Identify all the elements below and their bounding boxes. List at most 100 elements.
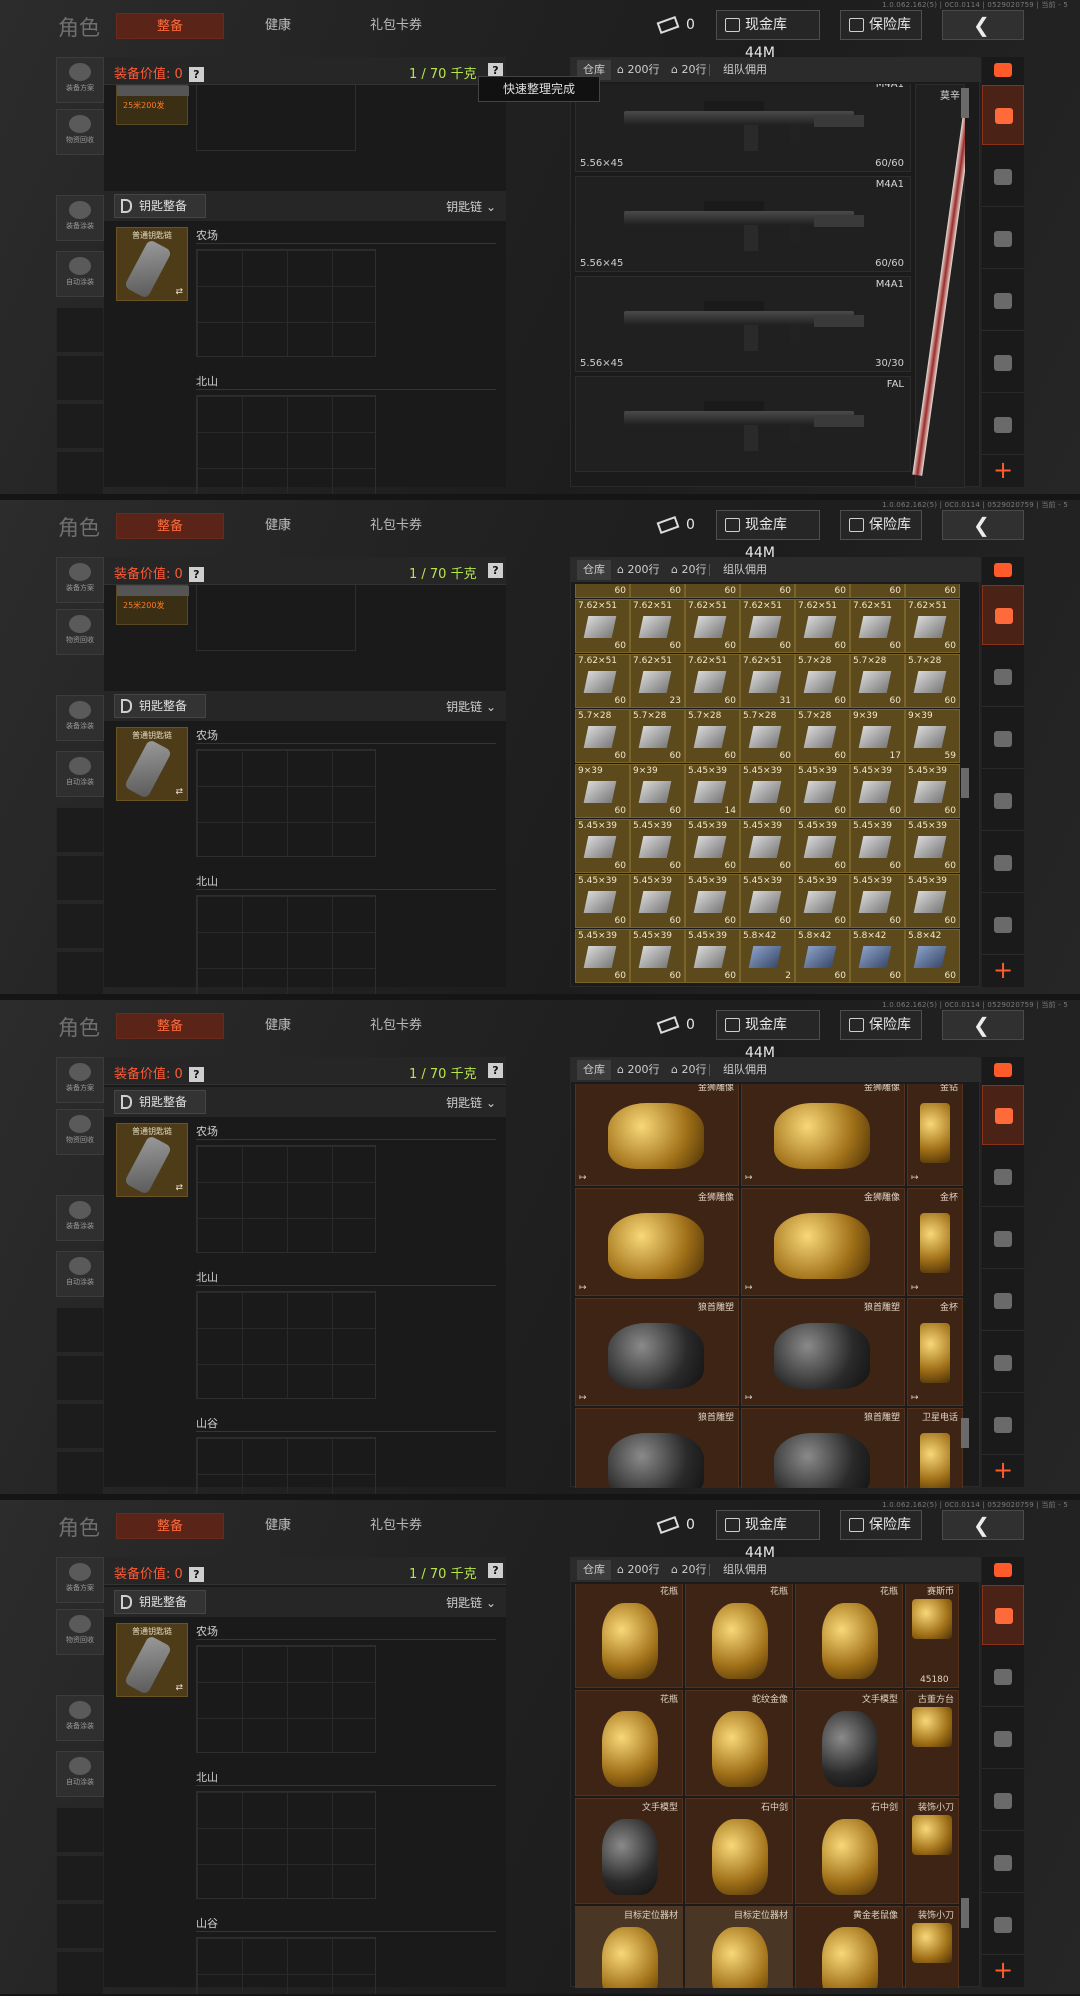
ammo-cell[interactable]: 5.7×28 60 [850, 654, 905, 708]
ammo-cell[interactable]: 5.45×39 60 [630, 929, 685, 983]
valuable-cell[interactable]: 装饰小刀 [905, 1906, 959, 1988]
ammo-cell[interactable]: 7.62×51 60 [850, 599, 905, 653]
row-200-tab[interactable]: ⌂ 200行 [611, 560, 665, 580]
key-card[interactable]: 普通钥匙链 ⇄ [116, 727, 188, 801]
scrollbar[interactable] [961, 1898, 969, 1928]
valuable-cell[interactable]: 目标定位器材 [575, 1906, 683, 1988]
category-tab-2[interactable] [982, 1209, 1024, 1269]
stash-tab[interactable]: 仓库 [577, 1060, 611, 1080]
ammo-cell[interactable]: 5.8×42 60 [905, 929, 960, 983]
category-tab-1[interactable] [982, 647, 1024, 707]
row-20-tab[interactable]: ⌂ 20行 [665, 1560, 712, 1580]
add-icon[interactable]: + [982, 1453, 1024, 1487]
category-tab-5[interactable] [982, 895, 1024, 955]
ammo-cell[interactable]: 5.8×42 60 [850, 929, 905, 983]
add-icon[interactable]: + [982, 453, 1024, 487]
left-button-3[interactable]: 自动涂装 [56, 251, 104, 297]
valuable-cell[interactable]: 蛇纹金像 [685, 1690, 793, 1796]
ammo-cell[interactable]: 5.7×28 60 [575, 709, 630, 763]
ammo-cell[interactable]: 5.45×39 60 [795, 764, 850, 818]
team-tab[interactable]: 组队佣用 [717, 60, 773, 80]
category-tab-0[interactable] [982, 1085, 1024, 1145]
valuable-cell[interactable]: 石中剑 [685, 1798, 793, 1904]
key-equip-button[interactable]: 钥匙整备 [114, 694, 206, 718]
ammo-cell[interactable]: 60 [685, 584, 740, 598]
help-icon[interactable]: ? [188, 1567, 204, 1582]
ammo-cell[interactable]: 5.45×39 60 [905, 819, 960, 873]
left-button-0[interactable]: 装备方案 [56, 1057, 104, 1103]
stash-tab[interactable]: 仓库 [577, 560, 611, 580]
valuable-cell[interactable]: 赛斯币 45180 [905, 1584, 959, 1688]
stack-icon[interactable] [994, 1063, 1012, 1077]
ticket-counter[interactable]: 0 [656, 510, 695, 540]
ammo-cell[interactable]: 60 [795, 584, 850, 598]
valuable-cell[interactable]: 花瓶 [575, 1584, 683, 1688]
weapon-cell[interactable]: M4A1 5.56×45 60/60 [575, 176, 911, 272]
valuable-cell[interactable]: 金狮雕像 ↦ [741, 1084, 905, 1186]
valuable-cell[interactable]: 文手模型 [795, 1690, 903, 1796]
ammo-cell[interactable]: 5.45×39 60 [795, 874, 850, 928]
scrollbar[interactable] [961, 768, 969, 798]
tab-2[interactable]: 礼包卡券 [336, 13, 456, 39]
help-icon[interactable]: ? [488, 563, 503, 578]
ammo-cell[interactable]: 9×39 60 [630, 764, 685, 818]
ammo-cell[interactable]: 5.45×39 60 [575, 819, 630, 873]
help-icon[interactable]: ? [488, 1063, 503, 1078]
tab-0[interactable]: 整备 [116, 13, 224, 39]
key-card[interactable]: 普通钥匙链 ⇄ [116, 227, 188, 301]
tab-1[interactable]: 健康 [228, 1013, 328, 1039]
valuable-cell[interactable]: 狼首雕塑↦ [575, 1298, 739, 1406]
key-equip-button[interactable]: 钥匙整备 [114, 194, 206, 218]
left-button-2[interactable]: 装备涂装 [56, 195, 104, 241]
row-20-tab[interactable]: ⌂ 20行 [665, 1060, 712, 1080]
ammo-cell[interactable]: 5.45×39 60 [850, 819, 905, 873]
stack-icon[interactable] [994, 63, 1012, 77]
left-button-0[interactable]: 装备方案 [56, 1557, 104, 1603]
cash-stash-button[interactable]: 现金库 44M [716, 10, 820, 61]
key-equip-button[interactable]: 钥匙整备 [114, 1090, 206, 1114]
scrollbar[interactable] [961, 88, 969, 118]
back-button[interactable]: ❮ [942, 10, 1024, 40]
ammo-cell[interactable]: 5.45×39 60 [740, 874, 795, 928]
left-button-2[interactable]: 装备涂装 [56, 1695, 104, 1741]
left-button-1[interactable]: 物资回收 [56, 1609, 104, 1655]
ammo-cell[interactable]: 5.45×39 60 [905, 874, 960, 928]
team-tab[interactable]: 组队佣用 [717, 1560, 773, 1580]
safe-button[interactable]: 保险库 [840, 1510, 922, 1540]
ammo-cell[interactable]: 5.7×28 60 [740, 709, 795, 763]
add-icon[interactable]: + [982, 1953, 1024, 1987]
key-equip-button[interactable]: 钥匙整备 [114, 1590, 206, 1614]
left-button-0[interactable]: 装备方案 [56, 57, 104, 103]
left-button-2[interactable]: 装备涂装 [56, 695, 104, 741]
valuable-cell[interactable]: 金钻 ↦ [907, 1084, 963, 1186]
ammo-cell[interactable]: 5.7×28 60 [905, 654, 960, 708]
ammo-cell[interactable]: 5.45×39 60 [850, 874, 905, 928]
stack-icon[interactable] [994, 1563, 1012, 1577]
category-tab-0[interactable] [982, 85, 1024, 145]
ammo-cell[interactable]: 60 [630, 584, 685, 598]
valuable-cell[interactable]: 古董方台 [905, 1690, 959, 1796]
left-button-2[interactable]: 装备涂装 [56, 1195, 104, 1241]
sniper-cell[interactable]: 莫辛 [912, 84, 965, 488]
ammo-cell[interactable]: 5.45×39 60 [740, 819, 795, 873]
tab-0[interactable]: 整备 [116, 1513, 224, 1539]
back-button[interactable]: ❮ [942, 1510, 1024, 1540]
ammo-cell[interactable]: 9×39 59 [905, 709, 960, 763]
valuable-cell[interactable]: 狼首雕塑↦ [741, 1408, 905, 1488]
ammo-cell[interactable]: 5.45×39 60 [905, 764, 960, 818]
category-tab-3[interactable] [982, 1771, 1024, 1831]
category-tab-0[interactable] [982, 585, 1024, 645]
tab-2[interactable]: 礼包卡券 [336, 1513, 456, 1539]
ammo-cell[interactable]: 7.62×51 60 [905, 599, 960, 653]
category-tab-4[interactable] [982, 833, 1024, 893]
key-card[interactable]: 普通钥匙链 ⇄ [116, 1123, 188, 1197]
valuable-cell[interactable]: 目标定位器材 [685, 1906, 793, 1988]
ammo-cell[interactable]: 5.45×39 60 [850, 764, 905, 818]
valuable-cell[interactable]: 黄金老鼠像 [795, 1906, 903, 1988]
category-tab-5[interactable] [982, 1895, 1024, 1955]
ammo-cell[interactable]: 7.62×51 31 [740, 654, 795, 708]
ammo-cell[interactable]: 5.45×39 60 [685, 929, 740, 983]
safe-button[interactable]: 保险库 [840, 1010, 922, 1040]
cash-stash-button[interactable]: 现金库 44M [716, 510, 820, 561]
ticket-counter[interactable]: 0 [656, 10, 695, 40]
